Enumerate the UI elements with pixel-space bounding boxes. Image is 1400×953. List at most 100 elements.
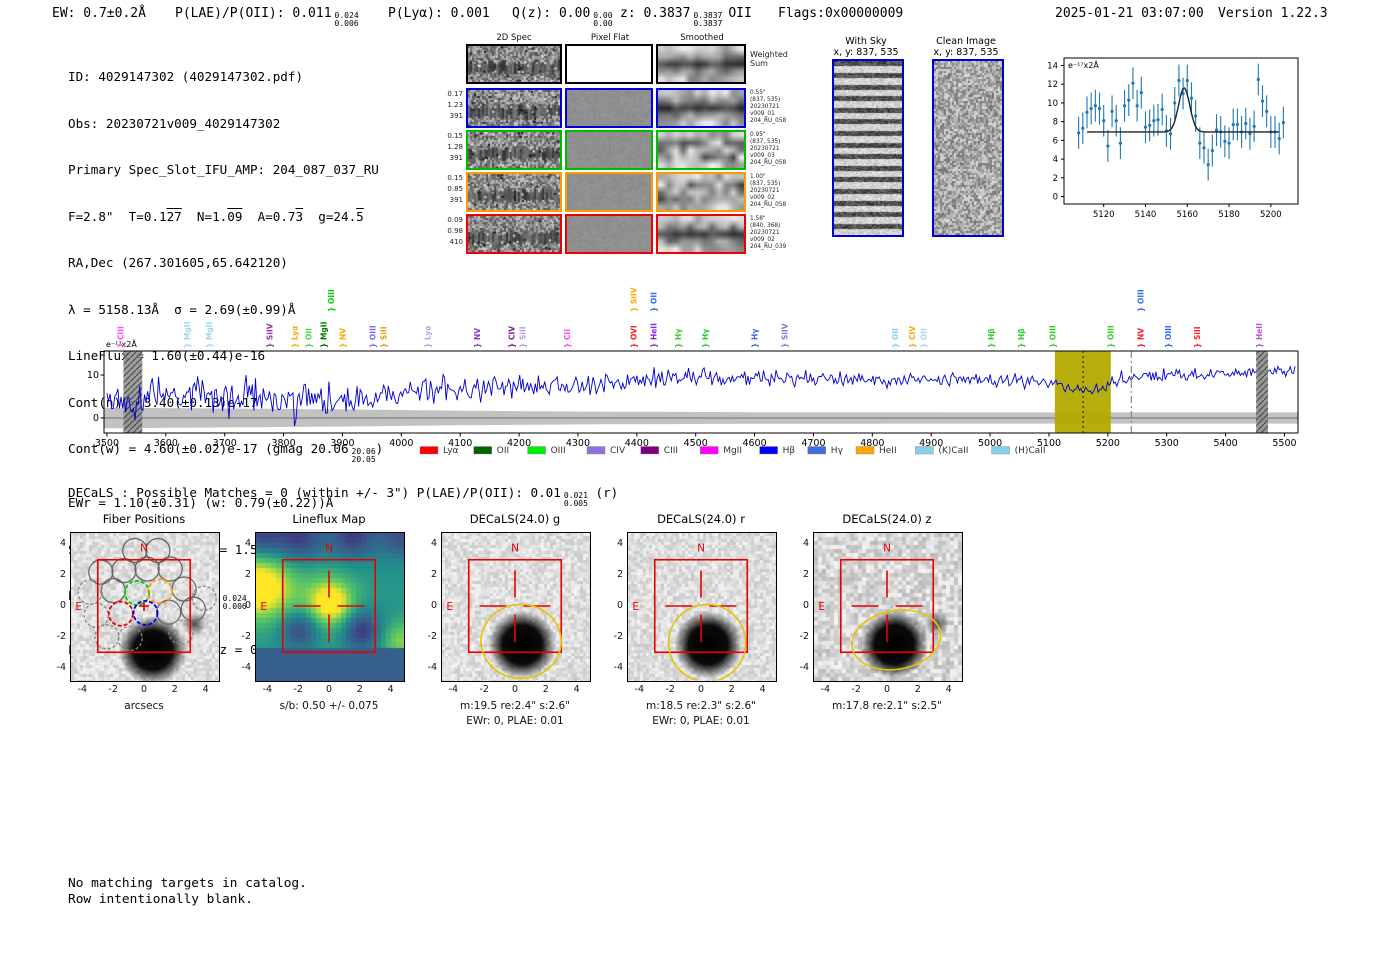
cutout-xtick: 4 <box>759 684 766 695</box>
svg-text:4: 4 <box>1053 155 1058 165</box>
svg-text:E: E <box>260 601 267 613</box>
cutout-xtick: -4 <box>634 684 645 695</box>
spec2d-cell <box>656 88 746 128</box>
cutout-xtick: 2 <box>728 684 735 695</box>
header-version: Version 1.22.3 <box>1218 6 1328 21</box>
spec2d-cutout-image <box>468 174 560 210</box>
cutout-ytick: 0 <box>430 600 437 611</box>
header-ew: EW: 0.7±0.2Å <box>52 6 146 21</box>
cutout-ytick: -4 <box>427 661 437 673</box>
spec2d-row-right-labels: 0.55" (837, 535) 20230721 v009_01 204_RU_058 <box>750 90 787 124</box>
svg-text:Hγ: Hγ <box>831 446 844 456</box>
cutout-caption: m:17.8 re:2.1" s:2.5" <box>832 700 942 712</box>
cutout-ytick: 4 <box>244 538 251 550</box>
spec2d-cutout-image <box>567 132 651 168</box>
svg-text:N: N <box>325 542 333 554</box>
svg-text:HeII: HeII <box>879 446 897 456</box>
svg-text:3700: 3700 <box>213 438 237 449</box>
cutout-ytick: 0 <box>802 600 809 611</box>
svg-text:} Hγ: } Hγ <box>701 329 710 348</box>
cutout-caption2: EWr: 0, PLAE: 0.01 <box>652 715 750 727</box>
spec2d-cutout-image <box>468 46 560 82</box>
svg-text:} SiIV: } SiIV <box>629 287 638 312</box>
svg-text:} OIII: } OIII <box>1164 325 1173 348</box>
info-a: A=0.7 <box>242 208 296 224</box>
cutout-ytick: -2 <box>799 630 809 642</box>
info-obs: Obs: 20230721v009_4029147302 <box>68 115 281 131</box>
svg-text:} SiII: } SiII <box>1193 326 1202 348</box>
svg-text:} Lyα: } Lyα <box>423 326 432 348</box>
header-plae: P(LAE)/P(OII): 0.011 0.024 0.006 <box>175 6 359 28</box>
cutout-ytick: -2 <box>56 630 66 642</box>
spec2d-row-right-labels: 0.95" (837, 535) 20230721 v009_03 204_RU_058 <box>750 132 787 166</box>
svg-text:} NV: } NV <box>473 328 482 348</box>
cutout-overlay: NE <box>632 542 749 680</box>
spec2d-cell <box>565 88 653 128</box>
spec2d-row: 0.17 1.23 391 0.55" (837, 535) 20230721 v009_0… <box>447 88 838 128</box>
cutout-xtick: -2 <box>665 684 675 695</box>
svg-text:} OII: } OII <box>891 328 900 348</box>
header-qz-frac: 0.00 0.00 <box>593 12 612 28</box>
spec2d-cutout-image <box>567 174 651 210</box>
cutout-ytick: -4 <box>613 661 623 673</box>
svg-text:MgII: MgII <box>723 446 742 456</box>
spec2d-cell <box>656 130 746 170</box>
spec2d-cell <box>656 44 746 84</box>
cutout-ytick: 2 <box>430 569 437 581</box>
spec2d-cutout-image <box>658 132 744 168</box>
header-qz-value: Q(z): 0.00 <box>512 6 591 21</box>
header-z-frac: 0.3837 0.3837 <box>693 12 722 28</box>
cutout-overlay: NE <box>446 542 563 680</box>
footer-note: No matching targets in catalog. Row inte… <box>68 876 307 908</box>
info-primary-spec: Primary Spec_Slot_IFU_AMP: 204_087_037_R… <box>68 162 379 177</box>
svg-text:5400: 5400 <box>1213 438 1237 449</box>
spec2d-row <box>466 44 838 84</box>
svg-text:} OIII: } OIII <box>1136 289 1145 312</box>
svg-text:14: 14 <box>1047 61 1058 71</box>
cutout-xtick: -2 <box>293 684 303 695</box>
cutout-xtick: 0 <box>511 684 519 695</box>
svg-text:} OII: } OII <box>920 328 929 348</box>
spec2d-cell <box>656 172 746 212</box>
cutout-xtick: 4 <box>387 684 394 695</box>
spec2d-row-left-labels: 0.15 0.85 391 <box>447 174 463 204</box>
decals-lo: 0.005 <box>563 499 588 508</box>
elixer-report-page: EW: 0.7±0.2Å P(LAE)/P(OII): 0.011 0.024 0.… <box>0 0 1400 953</box>
svg-text:} Hβ: } Hβ <box>1017 328 1026 348</box>
svg-text:5200: 5200 <box>1096 438 1120 449</box>
cutout-xtick: -4 <box>262 684 273 695</box>
cutout-xtick: -4 <box>448 684 459 695</box>
svg-text:N: N <box>140 542 148 554</box>
cutout-xtick: -2 <box>479 684 489 695</box>
svg-text:N: N <box>883 542 891 554</box>
spec2d-cell <box>466 88 562 128</box>
cutout-overlay: NE <box>818 542 942 671</box>
spec2d-cutout-image <box>567 46 651 82</box>
spec2d-row-left-labels: 0.17 1.23 391 <box>447 90 463 120</box>
spec2d-cell <box>565 44 653 84</box>
withsky-title-text: With Sky <box>845 36 887 47</box>
cutout-ytick: 4 <box>430 538 437 550</box>
svg-text:Lyα: Lyα <box>443 446 459 456</box>
cutout-xtick: 2 <box>914 684 921 695</box>
cutout-overlay: NE <box>75 537 217 654</box>
svg-text:5180: 5180 <box>1218 210 1240 220</box>
decals-summary: DECaLS : Possible Matches = 0 (within +/… <box>68 485 618 508</box>
svg-text:} OII: } OII <box>304 328 313 348</box>
svg-text:} NV: } NV <box>339 328 348 348</box>
cutout-ytick: 2 <box>59 569 66 581</box>
svg-text:} NV: } NV <box>1136 328 1145 348</box>
header-plae-frac: 0.024 0.006 <box>335 12 359 28</box>
svg-text:0: 0 <box>1053 193 1058 203</box>
svg-text:3900: 3900 <box>330 438 354 449</box>
svg-text:} MgII: } MgII <box>183 321 192 348</box>
clean-coords: x, y: 837, 535 <box>933 47 999 58</box>
svg-text:10: 10 <box>88 370 99 381</box>
spec2d-cell <box>466 130 562 170</box>
spec2d-header-pixelflat: Pixel Flat <box>590 33 630 43</box>
svg-text:10: 10 <box>1047 99 1058 109</box>
cutout-ytick: 4 <box>802 538 809 550</box>
withsky-title: With Sky x, y: 837, 535 <box>811 36 921 58</box>
info-n: N=1. <box>181 208 228 224</box>
svg-text:12: 12 <box>1047 80 1058 90</box>
